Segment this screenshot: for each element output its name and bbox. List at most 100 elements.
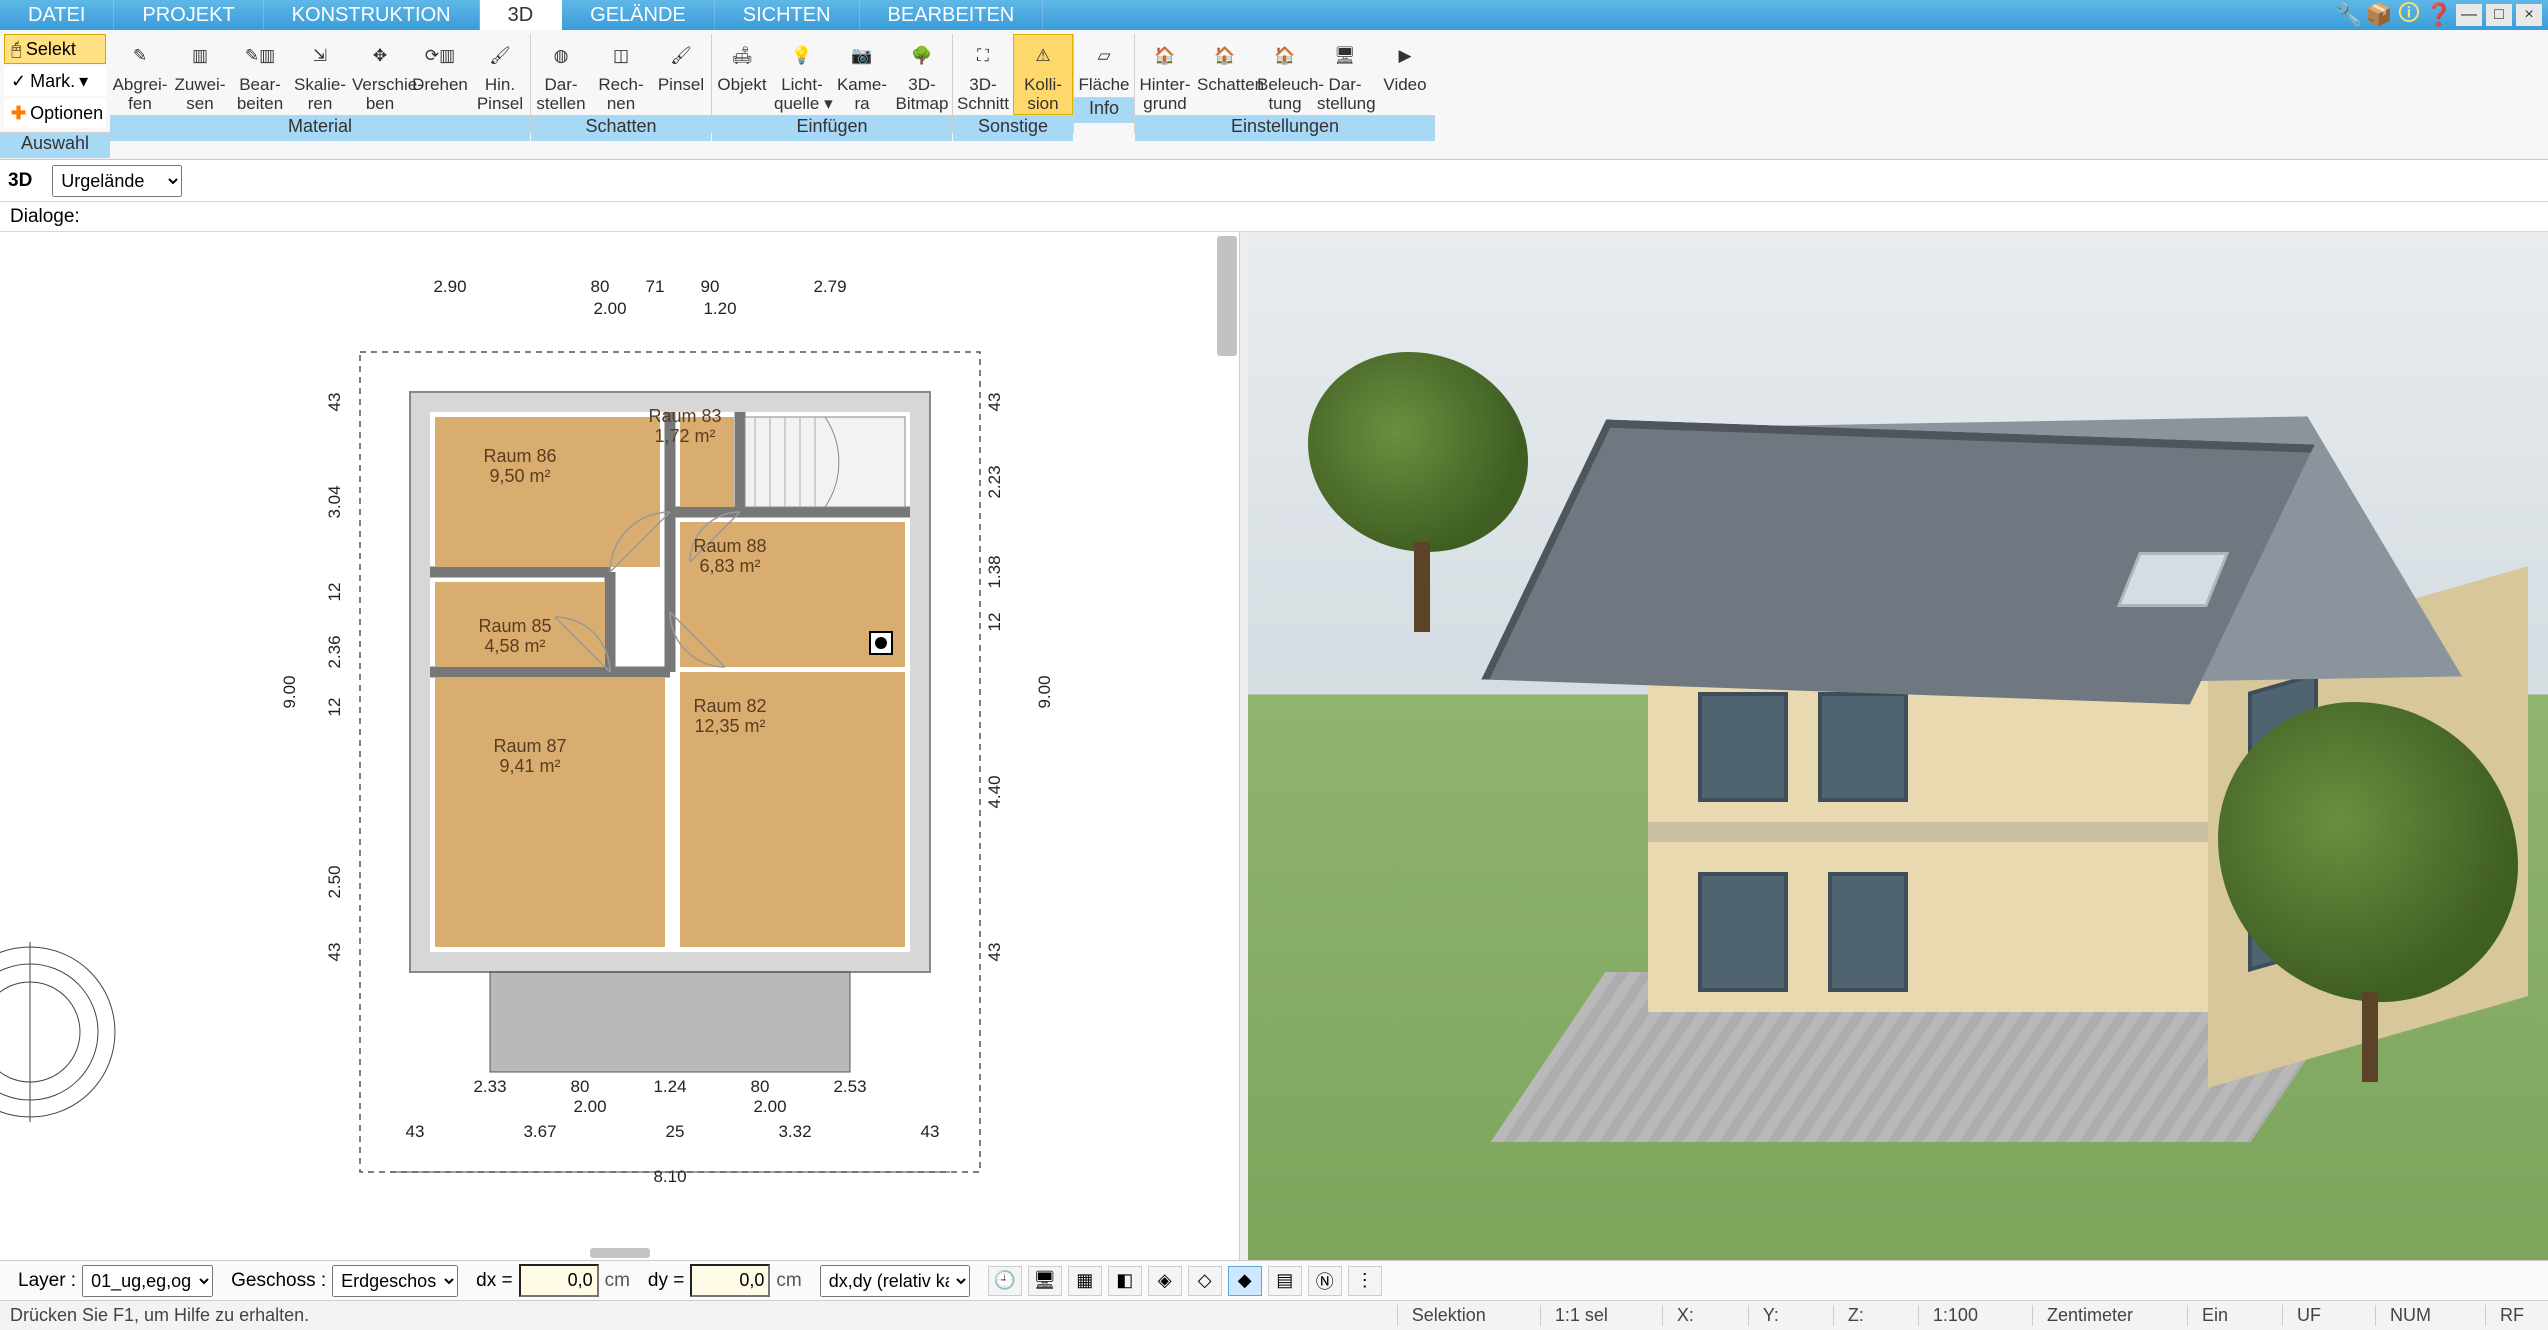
dim-bottom: 3.67 xyxy=(523,1122,556,1141)
ribbon-glyph-icon: 🏠 xyxy=(1257,36,1313,76)
floor-label: Geschoss : xyxy=(231,1270,326,1292)
room-name: Raum 87 xyxy=(493,736,566,756)
ribbon-kamera[interactable]: 📷Kame-ra xyxy=(832,34,892,115)
clock-icon[interactable]: 🕘 xyxy=(988,1266,1022,1296)
group-sonstige: Sonstige xyxy=(953,115,1073,141)
ribbon-skalieren[interactable]: ⇲Skalie-ren xyxy=(290,34,350,115)
status-ratio: 1:1 sel xyxy=(1540,1305,1622,1326)
ribbon-dbitmap[interactable]: 🌳3D-Bitmap xyxy=(892,34,952,115)
room-name: Raum 88 xyxy=(693,536,766,556)
close-button[interactable]: × xyxy=(2516,4,2542,26)
ribbon-darstellen[interactable]: ◍Dar-stellen xyxy=(531,34,591,115)
ribbon-glyph-icon: 🏠 xyxy=(1137,36,1193,76)
monitor-icon[interactable]: 🖥 xyxy=(1028,1266,1062,1296)
grid-icon[interactable]: ▤ xyxy=(1268,1266,1302,1296)
dy-input[interactable] xyxy=(690,1264,770,1297)
dim-left: 43 xyxy=(325,943,344,962)
ribbon-hinpinsel[interactable]: 🖌Hin.Pinsel xyxy=(470,34,530,115)
ribbon-kollision[interactable]: ⚠Kolli-sion xyxy=(1013,34,1073,115)
minimize-button[interactable]: — xyxy=(2456,4,2482,26)
stack-icon[interactable]: ▦ xyxy=(1068,1266,1102,1296)
terrain-select[interactable]: Urgelände xyxy=(52,165,182,197)
ribbon-verschieben[interactable]: ✥Verschie-ben xyxy=(350,34,410,115)
ribbon-schatten[interactable]: 🏠Schatten xyxy=(1195,34,1255,115)
ribbon-dschnitt[interactable]: ⛶3D-Schnitt xyxy=(953,34,1013,115)
ribbon-lichtquelle[interactable]: 💡Licht-quelle ▾ xyxy=(772,34,832,115)
dim-right: 2.23 xyxy=(985,465,1004,498)
staircase xyxy=(745,417,905,507)
cube-icon[interactable]: ◧ xyxy=(1108,1266,1142,1296)
tab-sichten[interactable]: SICHTEN xyxy=(715,0,860,30)
info-icon[interactable]: 🛈 xyxy=(2396,4,2422,26)
pane-handle[interactable] xyxy=(590,1248,650,1258)
ribbon-hintergrund[interactable]: 🏠Hinter-grund xyxy=(1135,34,1195,115)
group-schatten: Schatten xyxy=(531,115,711,141)
floor-plan[interactable]: Raum 869,50 m²Raum 831,72 m²Raum 886,83 … xyxy=(240,252,1060,1232)
dx-input[interactable] xyxy=(519,1264,599,1297)
ribbon-darstellung[interactable]: 🖥Dar-stellung xyxy=(1315,34,1375,115)
floorplan-pane[interactable]: Raum 869,50 m²Raum 831,72 m²Raum 886,83 … xyxy=(0,232,1240,1260)
tab-projekt[interactable]: PROJEKT xyxy=(114,0,263,30)
ribbon-pinsel[interactable]: 🖌Pinsel xyxy=(651,34,711,115)
view-mode: 3D xyxy=(8,170,32,192)
snap1-icon[interactable]: ◈ xyxy=(1148,1266,1182,1296)
floor-select[interactable]: Erdgeschos xyxy=(332,1265,458,1297)
compass-guide xyxy=(0,932,140,1132)
tree xyxy=(2218,702,2518,1082)
dim-binner: 2.33 xyxy=(473,1077,506,1096)
snap2-icon[interactable]: ◇ xyxy=(1188,1266,1222,1296)
tool-icon[interactable]: 🔧 xyxy=(2336,4,2362,26)
ribbon-objekt[interactable]: 🛋Objekt xyxy=(712,34,772,115)
ribbon-rechnen[interactable]: ◫Rech-nen xyxy=(591,34,651,115)
tab-datei[interactable]: DATEI xyxy=(0,0,114,30)
dim-right: 4.40 xyxy=(985,775,1004,808)
dim-binner: 1.24 xyxy=(653,1077,686,1096)
scrollbar[interactable] xyxy=(1217,236,1237,356)
status-y: Y: xyxy=(1748,1305,1793,1326)
coord-mode-select[interactable]: dx,dy (relativ ka xyxy=(820,1265,970,1297)
ribbon-drehen[interactable]: ⟳▥Drehen xyxy=(410,34,470,115)
snap3-icon[interactable]: ◆ xyxy=(1228,1266,1262,1296)
dx-label: dx = xyxy=(476,1270,512,1292)
layer-select[interactable]: 01_ug,eg,og xyxy=(82,1265,213,1297)
status-unit: Zentimeter xyxy=(2032,1305,2147,1326)
ribbon-abgreifen[interactable]: ✎Abgrei-fen xyxy=(110,34,170,115)
help-icon[interactable]: ❓ xyxy=(2426,4,2452,26)
group-einfuegen: Einfügen xyxy=(712,115,952,141)
view-selector-bar: 3D Urgelände xyxy=(0,160,2548,202)
ribbon-zuweisen[interactable]: ▥Zuwei-sen xyxy=(170,34,230,115)
more-icon[interactable]: ⋮ xyxy=(1348,1266,1382,1296)
ribbon-beleuchtung[interactable]: 🏠Beleuch-tung xyxy=(1255,34,1315,115)
ribbon-glyph-icon: 🛋 xyxy=(714,36,770,76)
ribbon-glyph-icon: ⚠ xyxy=(1015,36,1071,76)
tab-gelaende[interactable]: GELÄNDE xyxy=(562,0,715,30)
mark-label: Mark. xyxy=(30,71,75,92)
room-area: 12,35 m² xyxy=(694,716,765,736)
ribbon-bearbeiten[interactable]: ✎▥Bear-beiten xyxy=(230,34,290,115)
tab-konstruktion[interactable]: KONSTRUKTION xyxy=(264,0,480,30)
dim-top: 2.79 xyxy=(813,277,846,296)
tree xyxy=(1308,352,1528,632)
mark-tool[interactable]: ✓ Mark. ▾ xyxy=(4,66,106,96)
maximize-button[interactable]: □ xyxy=(2486,4,2512,26)
3d-view-pane[interactable]: ≋ 🪑 🌳 xyxy=(1248,232,2548,1260)
status-x: X: xyxy=(1662,1305,1708,1326)
tab-3d[interactable]: 3D xyxy=(480,0,563,30)
options-tool[interactable]: ✚Optionen xyxy=(4,98,106,128)
dim-binner: 2.53 xyxy=(833,1077,866,1096)
dim-top: 2.90 xyxy=(433,277,466,296)
dim-binner2: 2.00 xyxy=(573,1097,606,1116)
menu-bar: DATEI PROJEKT KONSTRUKTION 3D GELÄNDE SI… xyxy=(0,0,2548,30)
dialog-bar: Dialoge: xyxy=(0,202,2548,232)
package-icon[interactable]: 📦 xyxy=(2366,4,2392,26)
ribbon-glyph-icon: 🌳 xyxy=(894,36,950,76)
ribbon-flche[interactable]: ▱Fläche xyxy=(1074,34,1134,97)
select-tool[interactable]: 🖰 Selekt xyxy=(4,34,106,64)
north-icon[interactable]: Ⓝ xyxy=(1308,1266,1342,1296)
dim-left: 3.04 xyxy=(325,485,344,518)
status-help: Drücken Sie F1, um Hilfe zu erhalten. xyxy=(10,1305,309,1326)
splitter[interactable] xyxy=(1240,232,1248,1260)
dim-right: 43 xyxy=(985,393,1004,412)
ribbon-video[interactable]: ▶Video xyxy=(1375,34,1435,115)
tab-bearbeiten[interactable]: BEARBEITEN xyxy=(860,0,1044,30)
